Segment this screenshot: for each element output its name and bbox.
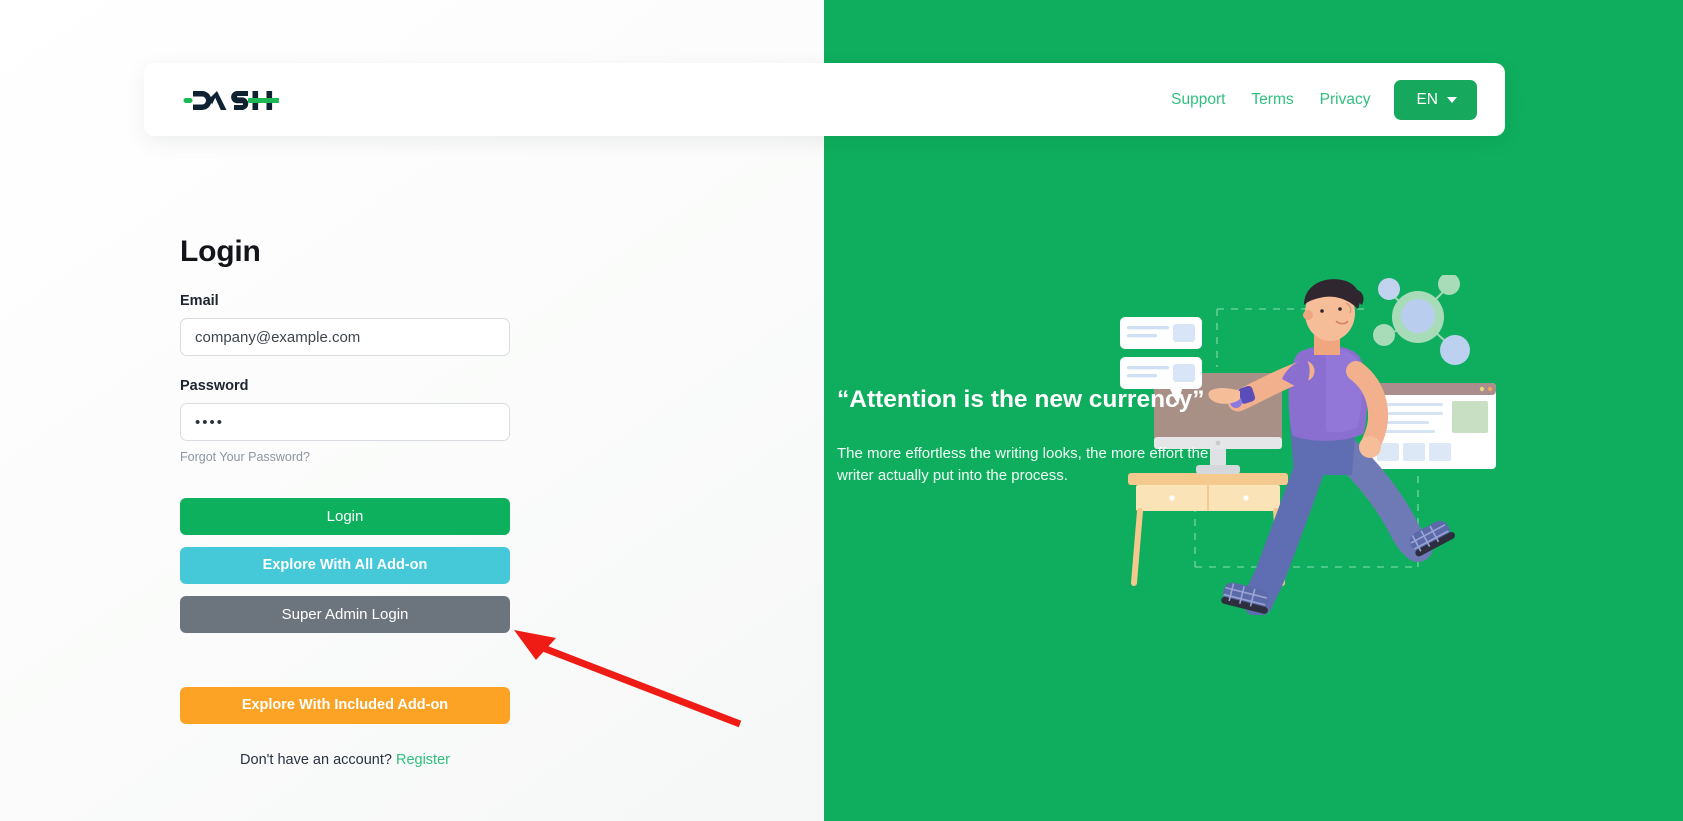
page-title: Login (180, 235, 261, 268)
nav-link-privacy[interactable]: Privacy (1307, 91, 1384, 109)
header-bar: Support Terms Privacy EN (144, 63, 1505, 136)
email-label: Email (180, 293, 219, 309)
login-form: Login Email Password •••• Forgot Your Pa… (180, 235, 510, 768)
explore-all-addon-button[interactable]: Explore With All Add-on (180, 547, 510, 584)
nav-link-terms[interactable]: Terms (1238, 91, 1306, 109)
register-link[interactable]: Register (396, 752, 450, 768)
register-prompt-text: Don't have an account? (240, 752, 392, 768)
nav-link-support[interactable]: Support (1158, 91, 1238, 109)
explore-included-addon-button[interactable]: Explore With Included Add-on (180, 687, 510, 724)
chevron-down-icon (1447, 96, 1457, 103)
login-page: “Attention is the new currency” The more… (0, 0, 1683, 821)
register-prompt: Don't have an account? Register (180, 752, 510, 768)
language-selector[interactable]: EN (1394, 79, 1477, 120)
password-input[interactable]: •••• (180, 403, 510, 441)
header-nav: Support Terms Privacy EN (1158, 79, 1477, 120)
dash-wordmark-logo[interactable] (182, 85, 280, 115)
email-input[interactable] (180, 318, 510, 356)
promo-description: The more effortless the writing looks, t… (837, 445, 1209, 484)
forgot-password-link[interactable]: Forgot Your Password? (180, 450, 510, 464)
language-selector-label: EN (1416, 90, 1438, 108)
super-admin-login-button[interactable]: Super Admin Login (180, 596, 510, 633)
annotation-arrow (500, 620, 750, 730)
login-button[interactable]: Login (180, 498, 510, 535)
promo-quote: “Attention is the new currency” (837, 386, 1205, 413)
password-label: Password (180, 378, 249, 394)
